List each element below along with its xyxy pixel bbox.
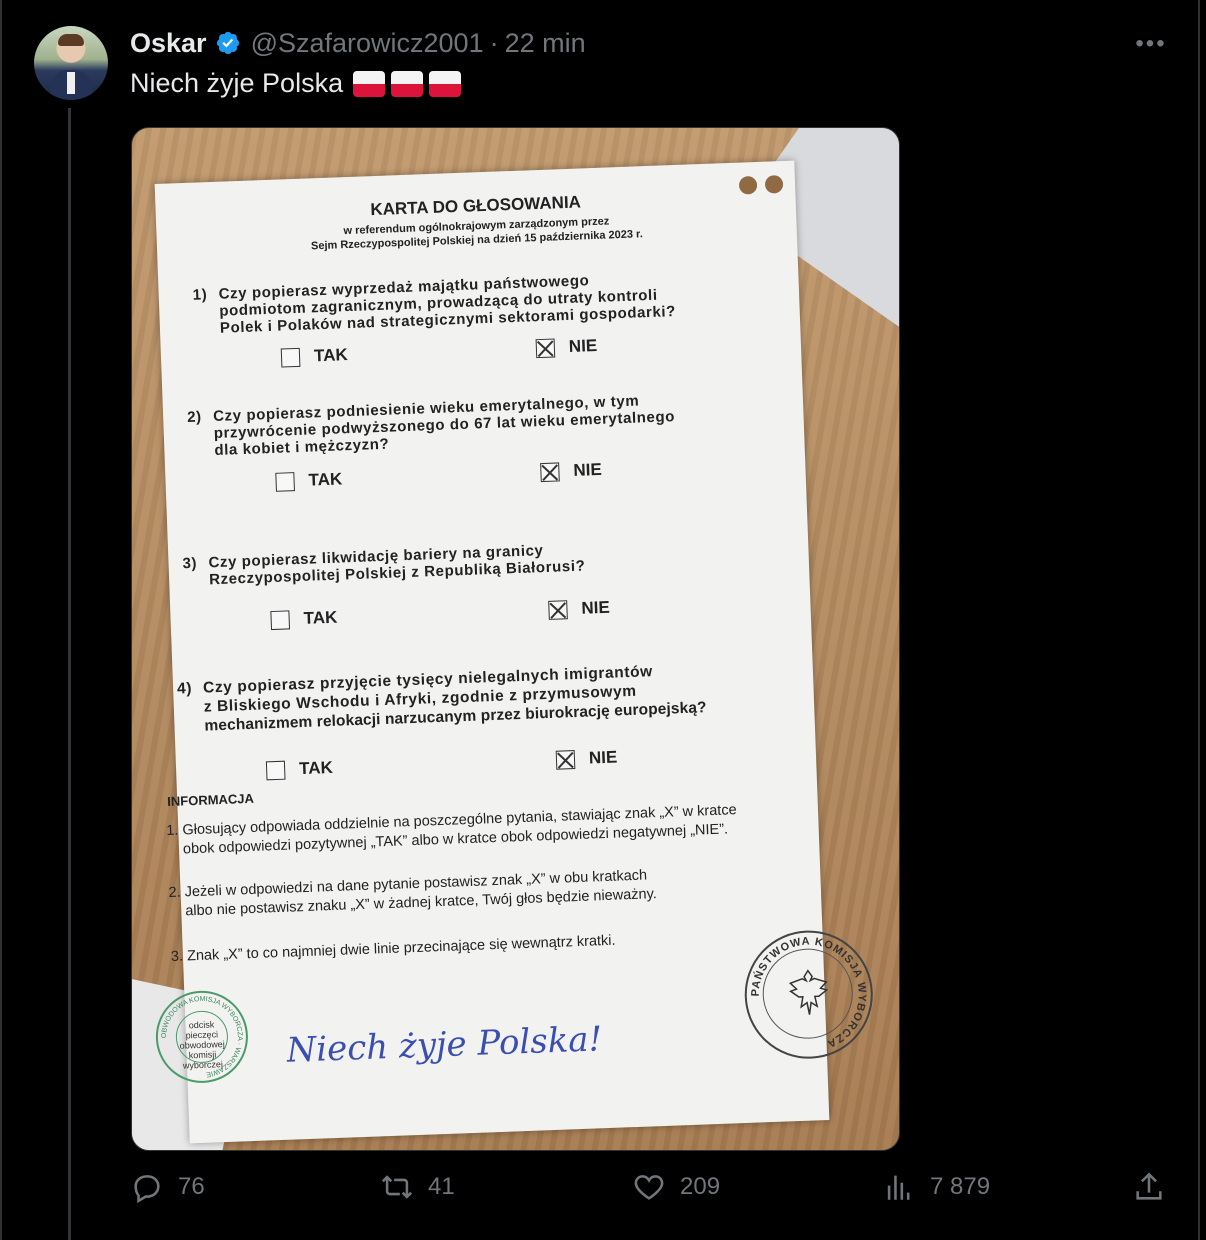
author-name[interactable]: Oskar: [130, 28, 207, 59]
eagle-emblem-icon: [788, 969, 829, 1015]
checkbox-nie-checked: [535, 337, 556, 358]
checkbox-nie-checked: [540, 461, 560, 482]
avatar-hair: [58, 34, 84, 46]
avatar-shirt: [67, 72, 75, 94]
share-button[interactable]: [1132, 1170, 1166, 1204]
answer-label: TAK: [308, 469, 343, 490]
checkbox-tak: [270, 609, 291, 630]
analytics-icon: [887, 1175, 910, 1200]
repost-count: 41: [428, 1173, 455, 1200]
heart-icon: [634, 1175, 664, 1200]
handwriting-text: Niech żyje Polska!: [285, 1019, 603, 1071]
answer-tak: TAK: [280, 345, 349, 368]
question-number: 4): [176, 680, 193, 698]
answer-label: TAK: [298, 757, 334, 779]
view-count: 7 879: [930, 1173, 991, 1200]
share-icon: [1136, 1172, 1162, 1200]
question-number: 2): [186, 408, 203, 427]
like-count: 209: [680, 1173, 721, 1200]
repost-icon: [381, 1175, 413, 1199]
answer-tak: TAK: [270, 607, 338, 630]
left-border: [0, 0, 2, 1240]
checkbox-tak: [275, 471, 295, 492]
views-button[interactable]: 7 879: [882, 1170, 990, 1204]
repost-button[interactable]: 41: [380, 1170, 455, 1204]
district-commission-stamp: OBWODOWA KOMISJA WYBORCZA · WARSZAWIE od…: [154, 989, 250, 1085]
tweet-action-bar: 76 41 209 7 879: [130, 1170, 1170, 1214]
answer-tak: TAK: [275, 469, 343, 492]
answer-label: NIE: [588, 747, 618, 768]
answer-label: NIE: [581, 597, 611, 618]
answer-nie: NIE: [555, 747, 618, 770]
info-item-1: 1. Głosujący odpowiada oddzielnie na pos…: [166, 797, 857, 860]
question-number: 3): [182, 554, 198, 573]
avatar[interactable]: [34, 26, 108, 100]
answer-label: TAK: [313, 345, 349, 366]
more-options-icon[interactable]: •••: [1134, 30, 1168, 57]
question-2: 2) Czy popierasz podniesienie wieku emer…: [187, 388, 764, 459]
checkbox-tak: [280, 347, 301, 368]
answer-label: NIE: [573, 459, 603, 480]
reply-icon: [134, 1175, 160, 1204]
question-4: 4) Czy popierasz przyjęcie tysięcy niele…: [177, 656, 835, 736]
info-heading: INFORMACJA: [166, 790, 255, 809]
poland-flag-icon: [353, 70, 386, 97]
like-button[interactable]: 209: [632, 1170, 720, 1204]
poland-flag-icon: [391, 70, 424, 97]
reply-button[interactable]: 76: [130, 1170, 205, 1204]
answer-label: TAK: [303, 607, 338, 628]
tweet-media-photo[interactable]: KARTA DO GŁOSOWANIA w referendum ogólnok…: [131, 127, 900, 1151]
verified-badge-icon[interactable]: [215, 30, 241, 56]
tweet-header: Oskar @Szafarowicz2001 · 22 min: [130, 26, 586, 60]
author-handle[interactable]: @Szafarowicz2001: [251, 28, 484, 59]
question-3: 3) Czy popierasz likwidację bariery na g…: [182, 538, 649, 588]
tweet-timestamp[interactable]: 22 min: [505, 28, 586, 59]
stamp-inner-text: odcisk pieczęci obwodowej komisji wyborc…: [174, 1009, 229, 1071]
answer-nie: NIE: [540, 460, 602, 482]
tweet-text-content: Niech żyje Polska: [130, 68, 344, 98]
answer-tak: TAK: [265, 757, 334, 780]
checkbox-nie-checked: [548, 599, 568, 620]
answer-label: NIE: [568, 335, 598, 356]
thread-connector-line: [68, 108, 71, 1240]
info-item-2: 2. Jeżeli w odpowiedzi na dane pytanie p…: [168, 859, 859, 922]
answer-nie: NIE: [548, 598, 610, 620]
checkbox-tak: [265, 760, 286, 780]
state-commission-stamp: PAŃSTWOWA KOMISJA WYBORCZA: [742, 928, 876, 1061]
ballot-paper: KARTA DO GŁOSOWANIA w referendum ogólnok…: [154, 160, 876, 1144]
question-1: 1) Czy popierasz wyprzedaż majątku państ…: [192, 266, 760, 337]
handwritten-message: Niech żyje Polska!: [285, 1019, 603, 1071]
right-border: [1198, 0, 1200, 1240]
poland-flag-icon: [429, 70, 462, 97]
checkbox-nie-checked: [555, 749, 576, 770]
separator-dot: ·: [489, 27, 499, 58]
question-number: 1): [192, 286, 208, 304]
tweet-text: Niech żyje Polska: [130, 68, 462, 99]
reply-count: 76: [178, 1173, 205, 1200]
answer-nie: NIE: [535, 335, 598, 358]
